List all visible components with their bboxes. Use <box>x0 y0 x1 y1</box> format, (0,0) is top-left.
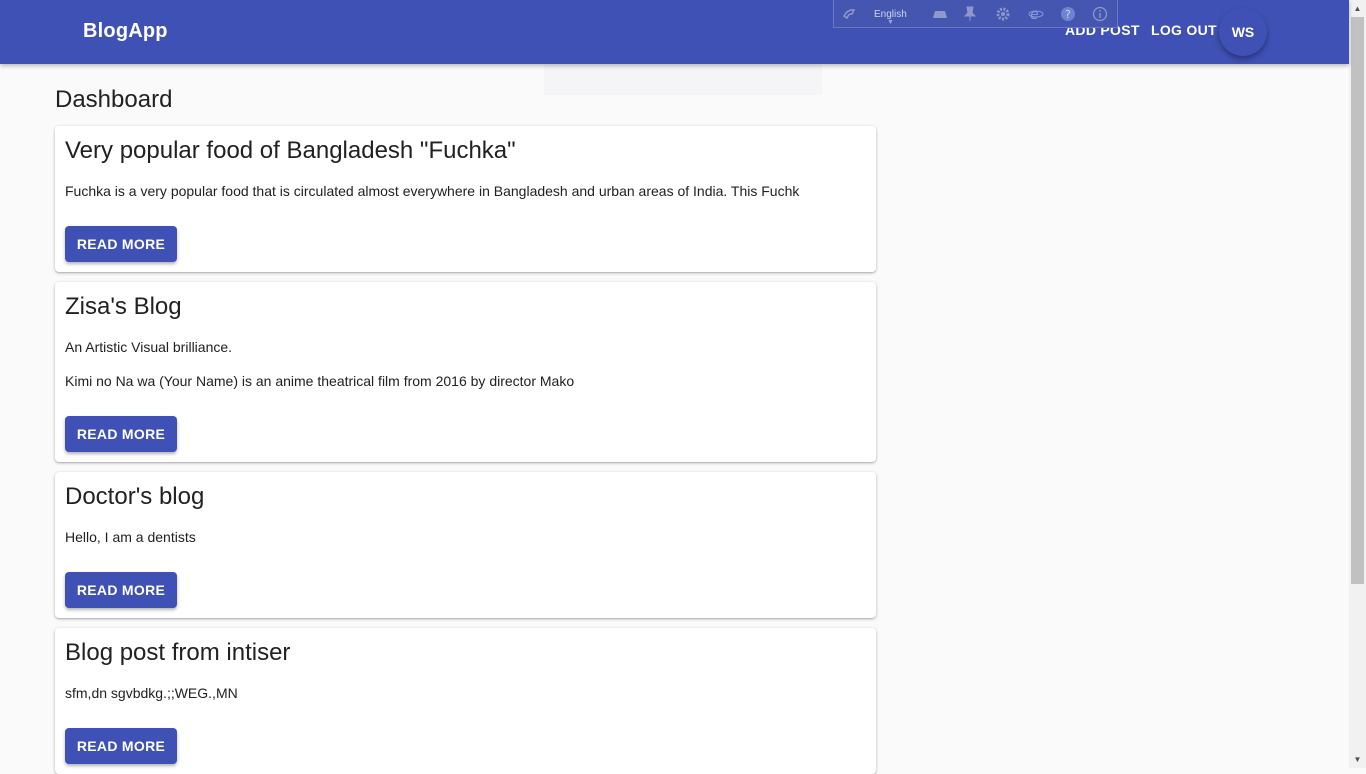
post-title: Blog post from intiser <box>65 639 291 666</box>
vertical-scrollbar[interactable]: ▲ ▼ <box>1349 0 1366 768</box>
browser-icon[interactable]: e <box>1028 6 1044 22</box>
post-card: Zisa's Blog An Artistic Visual brillianc… <box>55 282 876 462</box>
post-excerpt: Fuchka is a very popular food that is ci… <box>65 183 800 199</box>
svg-text:e: e <box>1030 7 1039 22</box>
brand-title[interactable]: BlogApp <box>83 20 168 43</box>
speaker-icon[interactable] <box>842 6 858 22</box>
post-excerpt: Kimi no Na wa (Your Name) is an anime th… <box>65 373 575 389</box>
language-label: English <box>874 8 907 20</box>
page-title: Dashboard <box>55 86 173 113</box>
logout-button[interactable]: LOG OUT <box>1151 22 1217 38</box>
read-more-button[interactable]: READ MORE <box>65 416 177 452</box>
language-select[interactable]: English ▼ <box>874 6 907 28</box>
gear-icon[interactable] <box>995 6 1011 22</box>
avatar[interactable]: WS <box>1219 8 1267 56</box>
post-title: Very popular food of Bangladesh "Fuchka" <box>65 137 516 164</box>
translator-toolbar: English ▼ e ? <box>833 0 1118 28</box>
post-excerpt: Hello, I am a dentists <box>65 529 196 545</box>
info-icon[interactable] <box>1092 6 1108 22</box>
read-more-button[interactable]: READ MORE <box>65 572 177 608</box>
post-card: Very popular food of Bangladesh "Fuchka"… <box>55 126 876 272</box>
post-excerpt: An Artistic Visual brilliance. <box>65 339 233 355</box>
post-card: Blog post from intiser sfm,dn sgvbdkg.;;… <box>55 628 876 774</box>
read-more-button[interactable]: READ MORE <box>65 728 177 764</box>
scroll-up-icon[interactable]: ▲ <box>1349 0 1366 17</box>
help-icon[interactable]: ? <box>1060 6 1076 22</box>
scroll-down-icon[interactable]: ▼ <box>1349 751 1366 768</box>
dictionary-icon[interactable] <box>932 6 948 22</box>
post-title: Zisa's Blog <box>65 293 182 320</box>
post-excerpt: sfm,dn sgvbdkg.;;WEG.,MN <box>65 685 238 701</box>
read-more-button[interactable]: READ MORE <box>65 226 177 262</box>
chevron-down-icon: ▼ <box>886 18 894 26</box>
post-title: Doctor's blog <box>65 483 205 510</box>
app-bar: BlogApp ADD POST LOG OUT WS <box>0 0 1349 64</box>
scroll-thumb[interactable] <box>1351 17 1364 584</box>
svg-text:?: ? <box>1065 8 1071 21</box>
post-card: Doctor's blog Hello, I am a dentists REA… <box>55 472 876 618</box>
pin-icon[interactable] <box>964 6 976 22</box>
